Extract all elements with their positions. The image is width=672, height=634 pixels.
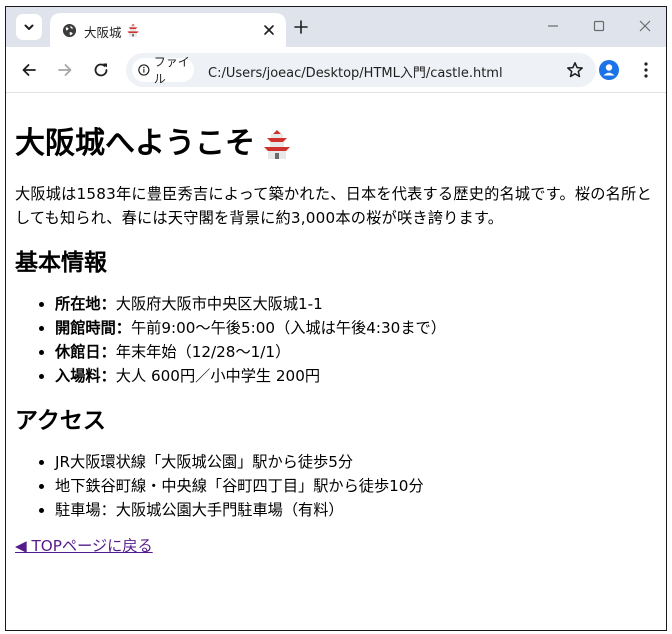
url-text[interactable]: C:/Users/joeac/Desktop/HTML入門/castle.htm…: [208, 62, 503, 81]
new-tab-icon[interactable]: [293, 19, 309, 35]
tab-active[interactable]: 大阪城: [50, 13, 286, 47]
list-item: 地下鉄谷町線・中央線「谷町四丁目」駅から徒歩10分: [55, 474, 657, 498]
list-item: JR大阪環状線「大阪城公園」駅から徒歩5分: [55, 450, 657, 474]
basic-info-list: 所在地：大阪府大阪市中央区大阪城1-1 開館時間：午前9:00～午後5:00（入…: [15, 292, 657, 388]
site-chip-label: ファイル: [153, 55, 190, 86]
reload-icon[interactable]: [92, 61, 110, 79]
tab-title: 大阪城: [84, 25, 122, 40]
basic-info-heading: 基本情報: [15, 250, 107, 276]
globe-icon: [62, 23, 77, 38]
page-content: 大阪城へようこそ 大阪城は1583年に豊臣秀吉によって築かれた、日本を代表する歴…: [6, 94, 666, 630]
back-to-top-link[interactable]: ◀ TOPページに戻る: [15, 534, 153, 556]
close-tab-icon[interactable]: [262, 23, 276, 37]
list-item: 休館日：年末年始（12/28～1/1）: [55, 340, 657, 364]
info-label: 開館時間：: [55, 319, 131, 337]
profile-avatar-button[interactable]: [599, 60, 619, 80]
access-heading: アクセス: [15, 408, 106, 434]
page-title: 大阪城へようこそ: [15, 126, 255, 161]
site-info-chip[interactable]: ファイル: [132, 55, 194, 86]
info-value: 年末年始（12/28～1/1）: [115, 343, 291, 361]
castle-emoji-icon: [264, 130, 290, 159]
minimize-icon[interactable]: [545, 18, 561, 34]
close-window-icon[interactable]: [637, 18, 653, 34]
chevron-down-icon: [24, 24, 34, 30]
address-bar[interactable]: ファイル C:/Users/joeac/Desktop/HTML入門/castl…: [126, 53, 596, 87]
info-icon: [138, 64, 150, 76]
more-menu-icon[interactable]: [639, 61, 653, 79]
tab-search-button[interactable]: [16, 14, 42, 40]
list-item: 開館時間：午前9:00～午後5:00（入城は午後4:30まで）: [55, 316, 657, 340]
browser-window: 大阪城 ファイル C:/Users/joeac/Desktop/HTML入門/c…: [5, 6, 667, 631]
castle-emoji-icon: [127, 23, 139, 37]
info-value: 午前9:00～午後5:00（入城は午後4:30まで）: [130, 319, 446, 337]
list-item: 所在地：大阪府大阪市中央区大阪城1-1: [55, 292, 657, 316]
person-icon: [603, 64, 615, 76]
info-value: 大阪府大阪市中央区大阪城1-1: [115, 295, 323, 313]
tab-strip: 大阪城: [6, 7, 666, 47]
forward-arrow-icon[interactable]: [56, 61, 74, 79]
access-list: JR大阪環状線「大阪城公園」駅から徒歩5分 地下鉄谷町線・中央線「谷町四丁目」駅…: [15, 450, 657, 522]
back-arrow-icon[interactable]: [20, 61, 38, 79]
info-label: 所在地：: [55, 295, 116, 313]
list-item: 入場料：大人 600円／小中学生 200円: [55, 364, 657, 388]
maximize-icon[interactable]: [591, 18, 607, 34]
info-value: 大人 600円／小中学生 200円: [115, 367, 321, 385]
bookmark-star-icon[interactable]: [566, 61, 584, 79]
list-item: 駐車場：大阪城公園大手門駐車場（有料）: [55, 498, 657, 522]
info-label: 休館日：: [55, 343, 116, 361]
info-label: 入場料：: [55, 367, 116, 385]
page-heading: 大阪城へようこそ: [15, 124, 657, 164]
intro-paragraph: 大阪城は1583年に豊臣秀吉によって築かれた、日本を代表する歴史的名城です。桜の…: [15, 185, 652, 227]
browser-toolbar: ファイル C:/Users/joeac/Desktop/HTML入門/castl…: [6, 47, 666, 93]
